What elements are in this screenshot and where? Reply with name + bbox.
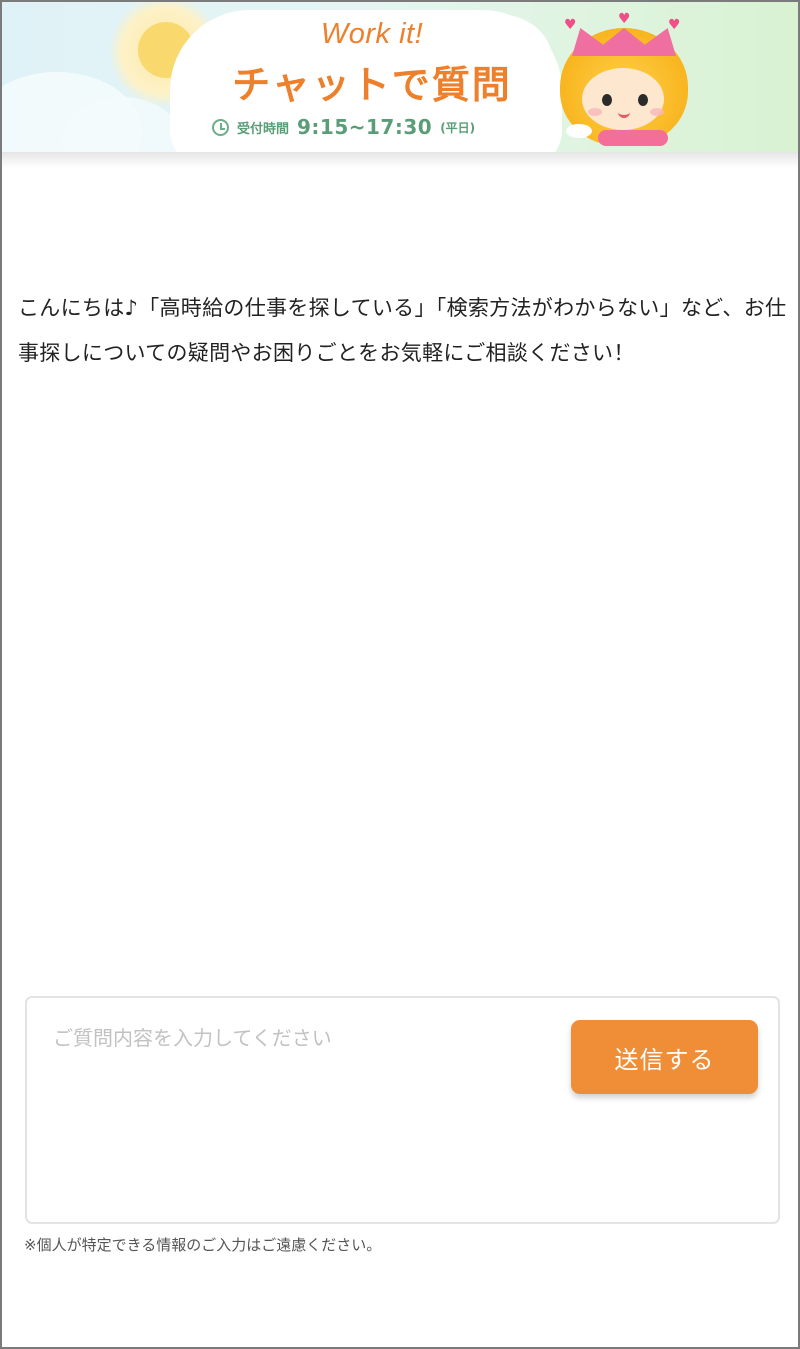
heart-icon: ♥	[618, 11, 631, 27]
cloud-decoration	[566, 124, 592, 138]
question-input[interactable]	[53, 1022, 553, 1202]
hours-label: 受付時間	[237, 121, 290, 137]
mascot-cheek	[650, 108, 664, 116]
privacy-note: ※個人が特定できる情報のご入力はご遠慮ください。	[24, 1236, 382, 1254]
brand-logo-text: Work it!	[320, 18, 424, 50]
mascot-scarf	[598, 130, 668, 146]
crown-icon	[572, 28, 676, 56]
welcome-message: こんにちは♪「高時給の仕事を探している」「検索方法がわからない」など、お仕事探し…	[18, 296, 787, 365]
business-hours: 受付時間 9:15~17:30 (平日)	[212, 113, 542, 141]
hours-time: 9:15~17:30	[297, 115, 433, 139]
mascot-eye	[638, 94, 648, 106]
chat-window: Work it! チャットで質問 受付時間 9:15~17:30 (平日) ♥ …	[0, 0, 800, 1349]
hours-note: (平日)	[440, 120, 476, 135]
mascot-face	[582, 68, 664, 130]
send-button[interactable]: 送信する	[571, 1020, 758, 1094]
page-title: チャットで質問	[232, 63, 512, 107]
heart-icon: ♥	[668, 17, 681, 33]
clock-icon	[212, 118, 229, 136]
mascot-cheek	[588, 108, 602, 116]
header-banner: Work it! チャットで質問 受付時間 9:15~17:30 (平日) ♥ …	[2, 2, 798, 152]
mascot-icon: ♥ ♥ ♥	[558, 12, 692, 152]
banner-shadow	[2, 152, 798, 168]
heart-icon: ♥	[564, 17, 577, 33]
message-composer: 送信する	[25, 996, 780, 1224]
mascot-eye	[602, 94, 612, 106]
